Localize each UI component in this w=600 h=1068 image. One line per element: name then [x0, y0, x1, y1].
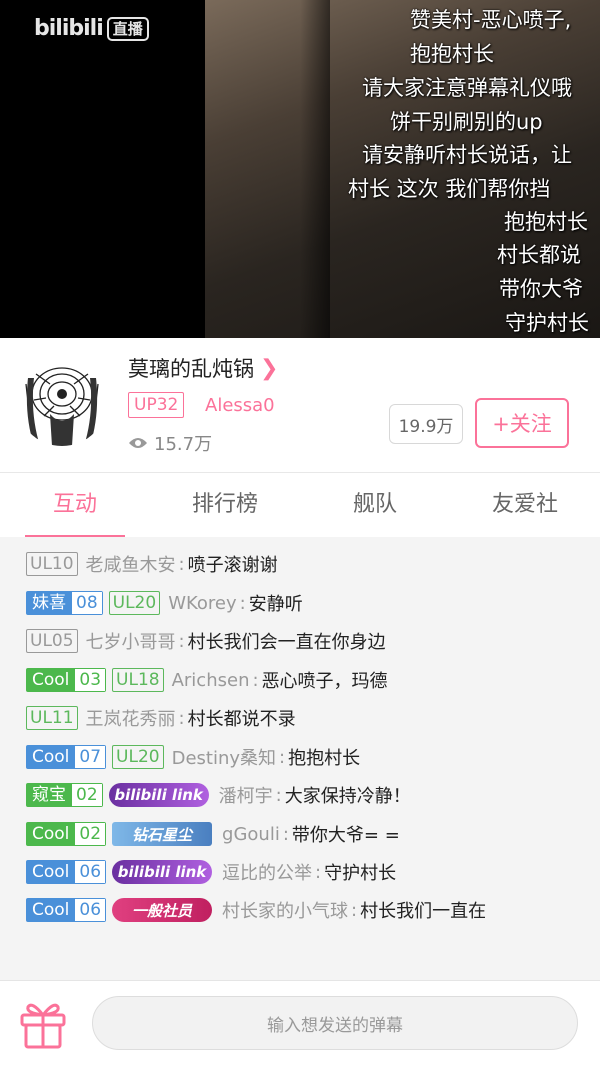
chat-text: 村长我们一直在: [360, 901, 487, 922]
danmaku-comment: 守护村长: [505, 311, 589, 335]
tab-fan-club[interactable]: 友爱社: [450, 473, 600, 537]
tab-fleet[interactable]: 舰队: [300, 473, 450, 537]
fan-medal: Cool 02: [26, 822, 107, 846]
chat-message: UL05 七岁小哥哥: 村长我们会一直在你身边: [26, 628, 386, 654]
chat-username[interactable]: 村长家的小气球: [222, 897, 348, 923]
fan-medal: Cool 03: [26, 668, 107, 692]
user-level-badge: UL20: [112, 745, 164, 769]
chat-text: 村长我们会一直在你身边: [187, 632, 386, 653]
up-name[interactable]: Alessa0: [205, 395, 275, 416]
chat-text: 恶心喷子，玛德: [261, 671, 388, 692]
chat-username[interactable]: 七岁小哥哥: [86, 628, 176, 654]
view-count: 15.7万: [128, 430, 212, 456]
bilibili-live-logo: bilibili 直播: [34, 16, 149, 41]
title-badge: 一般社员: [112, 898, 213, 922]
chat-message: Cool 06 bilibili link 逗比的公举: 守护村长: [26, 859, 396, 885]
title-badge: 钻石星尘: [112, 822, 213, 846]
streamer-avatar[interactable]: [16, 354, 108, 446]
room-title[interactable]: 莫璃的乱炖锅 ❯: [128, 353, 278, 383]
chat-text: 喷子滚谢谢: [187, 555, 278, 576]
chat-message: UL11 王岚花秀丽: 村长都说不录: [26, 705, 296, 731]
title-badge: bilibili link: [108, 783, 209, 807]
danmaku-comment: 村长都说: [497, 243, 581, 267]
fan-medal: Cool 06: [26, 860, 107, 884]
gift-icon[interactable]: [18, 997, 68, 1049]
title-badge: bilibili link: [112, 860, 213, 884]
danmaku-comment: 饼干别刷别的up: [390, 110, 543, 134]
live-video-player[interactable]: bilibili 直播 赞美村-恶心喷子, 抱抱村长 请大家注意弹幕礼仪哦 饼干…: [0, 0, 600, 338]
danmaku-comment: 请安静听村长说话，让: [362, 143, 572, 167]
fan-medal: Cool 07: [26, 745, 107, 769]
chat-message: 窥宝 02 bilibili link 潘柯宇: 大家保持冷静！: [26, 782, 411, 808]
chat-message: 妹喜 08 UL20 WKorey: 安静听: [26, 590, 303, 616]
user-level-badge: UL18: [112, 668, 164, 692]
chat-message: UL10 老咸鱼木安: 喷子滚谢谢: [26, 551, 278, 577]
chevron-right-icon: ❯: [260, 355, 279, 381]
chat-username[interactable]: 王岚花秀丽: [86, 705, 176, 731]
fan-medal: 妹喜 08: [26, 591, 103, 615]
chat-message: Cool 06 一般社员 村长家的小气球: 村长我们一直在: [26, 897, 486, 923]
tab-ranking[interactable]: 排行榜: [150, 473, 300, 537]
tab-bar: 互动 排行榜 舰队 友爱社: [0, 472, 600, 538]
chat-username[interactable]: WKorey: [168, 593, 236, 614]
user-level-badge: UL11: [26, 706, 78, 730]
follow-button[interactable]: +关注: [475, 398, 569, 448]
chat-text: 抱抱村长: [288, 748, 361, 769]
danmaku-comment: 带你大爷: [499, 277, 583, 301]
bottom-input-bar: 输入想发送的弹幕: [0, 980, 600, 1068]
chat-message: Cool 03 UL18 Arichsen: 恶心喷子，玛德: [26, 667, 388, 693]
danmaku-comment: 抱抱村长: [504, 210, 588, 234]
chat-list[interactable]: UL10 老咸鱼木安: 喷子滚谢谢 妹喜 08 UL20 WKorey: 安静听 …: [0, 537, 600, 980]
eye-icon: [129, 438, 147, 448]
fans-count: 19.9万: [389, 404, 463, 444]
up-level-badge: UP32: [128, 392, 185, 418]
chat-username[interactable]: gGouli: [222, 824, 280, 845]
danmaku-comment: 赞美村-恶心喷子,: [410, 8, 572, 32]
chat-username[interactable]: 老咸鱼木安: [86, 551, 176, 577]
chat-text: 大家保持冷静！: [284, 786, 411, 807]
chat-message: Cool 02 钻石星尘 gGouli: 带你大爷= =: [26, 821, 400, 847]
chat-text: 村长都说不录: [187, 709, 296, 730]
danmaku-comment: 村长 这次 我们帮你挡: [348, 177, 551, 201]
chat-username[interactable]: 潘柯宇: [219, 782, 273, 808]
fan-medal: 窥宝 02: [26, 783, 103, 807]
user-level-badge: UL05: [26, 629, 78, 653]
fan-medal: Cool 06: [26, 898, 107, 922]
danmaku-comment: 请大家注意弹幕礼仪哦: [362, 76, 572, 100]
chat-username[interactable]: Destiny桑知: [172, 744, 276, 770]
tab-interaction[interactable]: 互动: [0, 473, 150, 537]
danmaku-input[interactable]: 输入想发送的弹幕: [92, 996, 578, 1050]
chat-text: 带你大爷= =: [291, 825, 400, 846]
chat-message: Cool 07 UL20 Destiny桑知: 抱抱村长: [26, 744, 360, 770]
user-level-badge: UL20: [108, 591, 161, 615]
user-level-badge: UL10: [26, 552, 78, 576]
chat-text: 守护村长: [324, 863, 397, 884]
chat-username[interactable]: 逗比的公举: [222, 859, 312, 885]
chat-text: 安静听: [248, 594, 303, 615]
danmaku-comment: 抱抱村长: [410, 42, 494, 66]
chat-username[interactable]: Arichsen: [172, 670, 250, 691]
